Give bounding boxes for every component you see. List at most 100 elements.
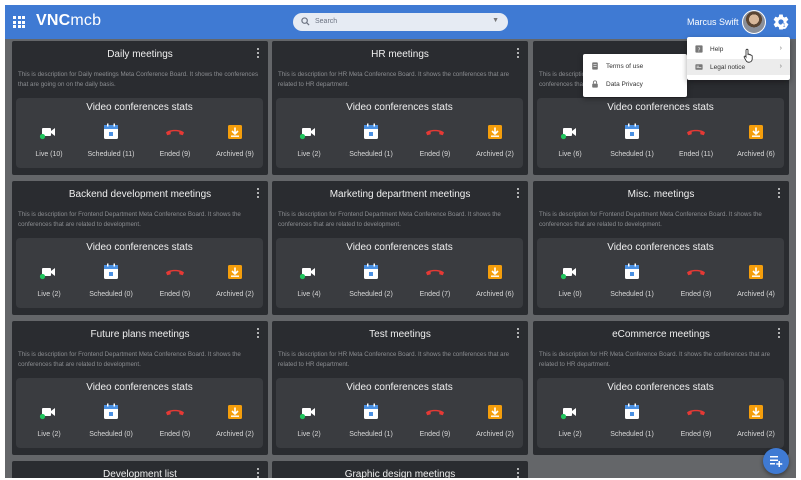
more-vert-icon[interactable] <box>516 188 520 200</box>
stat-live[interactable]: Live (2) <box>279 403 339 438</box>
stats-panel: Video conferences stats Live (10) Schedu… <box>16 98 263 168</box>
stat-scheduled[interactable]: Scheduled (11) <box>81 123 141 158</box>
stat-scheduled[interactable]: Scheduled (0) <box>81 403 141 438</box>
board-card[interactable]: Test meetings This is description for HR… <box>272 321 528 455</box>
more-vert-icon[interactable] <box>256 188 260 200</box>
stat-live[interactable]: Live (2) <box>540 403 600 438</box>
app-logo[interactable]: VNCmcb <box>36 12 101 30</box>
menu-item-label: Data Privacy <box>606 81 643 88</box>
archive-download-icon <box>749 404 763 419</box>
stat-scheduled[interactable]: Scheduled (1) <box>341 123 401 158</box>
search-input[interactable]: Search ▼ <box>293 13 508 31</box>
stat-label: Live (0) <box>558 291 582 298</box>
board-card-partial[interactable]: Graphic design meetings <box>272 461 528 478</box>
stat-archived[interactable]: Archived (2) <box>465 123 525 158</box>
board-card[interactable]: Daily meetings This is description for D… <box>12 41 268 175</box>
hangup-phone-icon <box>687 129 705 135</box>
board-description: This is description for HR Meta Conferen… <box>539 351 771 368</box>
document-icon <box>592 62 598 70</box>
stat-label: Scheduled (1) <box>349 431 393 438</box>
apps-grid-icon[interactable] <box>13 16 25 28</box>
more-vert-icon[interactable] <box>777 188 781 200</box>
board-title: Test meetings <box>369 329 431 340</box>
stat-live[interactable]: Live (0) <box>540 263 600 298</box>
stats-panel: Video conferences stats Live (2) Schedul… <box>537 378 784 448</box>
board-card-partial[interactable]: Development list <box>12 461 268 478</box>
board-card[interactable]: HR meetings This is description for HR M… <box>272 41 528 175</box>
stat-ended[interactable]: Ended (5) <box>145 403 205 438</box>
stat-ended[interactable]: Ended (9) <box>145 123 205 158</box>
board-title: Development list <box>103 469 177 478</box>
board-description: This is description for Frontend Departm… <box>539 211 762 228</box>
more-vert-icon[interactable] <box>516 468 520 478</box>
stat-archived[interactable]: Archived (2) <box>465 403 525 438</box>
video-camera-icon <box>299 127 315 139</box>
stat-live[interactable]: Live (2) <box>19 403 79 438</box>
stat-ended[interactable]: Ended (3) <box>666 263 726 298</box>
hangup-phone-icon <box>426 269 444 275</box>
stat-label: Archived (2) <box>476 151 514 158</box>
stat-scheduled[interactable]: Scheduled (1) <box>602 403 662 438</box>
menu-item-terms[interactable]: Terms of use <box>583 58 687 74</box>
stats-panel: Video conferences stats Live (6) Schedul… <box>537 98 784 168</box>
stat-live[interactable]: Live (4) <box>279 263 339 298</box>
stat-archived[interactable]: Archived (2) <box>205 263 265 298</box>
video-camera-icon <box>39 407 55 419</box>
stat-scheduled[interactable]: Scheduled (1) <box>602 123 662 158</box>
stat-label: Live (6) <box>558 151 582 158</box>
board-card[interactable]: Misc. meetings This is description for F… <box>533 181 789 315</box>
stat-live[interactable]: Live (2) <box>279 123 339 158</box>
stat-ended[interactable]: Ended (5) <box>145 263 205 298</box>
stat-ended[interactable]: Ended (9) <box>405 123 465 158</box>
chevron-down-icon[interactable]: ▼ <box>492 17 499 24</box>
stat-label: Live (2) <box>297 431 321 438</box>
more-vert-icon[interactable] <box>777 328 781 340</box>
more-vert-icon[interactable] <box>516 328 520 340</box>
stat-archived[interactable]: Archived (6) <box>465 263 525 298</box>
stat-archived[interactable]: Archived (4) <box>726 263 786 298</box>
stat-scheduled[interactable]: Scheduled (2) <box>341 263 401 298</box>
stat-ended[interactable]: Ended (9) <box>666 403 726 438</box>
stat-live[interactable]: Live (10) <box>19 123 79 158</box>
avatar[interactable] <box>742 10 766 34</box>
stat-label: Ended (3) <box>680 291 712 298</box>
stat-live[interactable]: Live (2) <box>19 263 79 298</box>
stat-ended[interactable]: Ended (9) <box>405 403 465 438</box>
stats-title: Video conferences stats <box>346 102 453 113</box>
stat-live[interactable]: Live (6) <box>540 123 600 158</box>
menu-item-help[interactable]: ? Help › <box>687 41 790 57</box>
more-vert-icon[interactable] <box>256 468 260 478</box>
stat-ended[interactable]: Ended (7) <box>405 263 465 298</box>
more-vert-icon[interactable] <box>256 48 260 60</box>
stat-ended[interactable]: Ended (11) <box>666 123 726 158</box>
stat-label: Archived (2) <box>737 431 775 438</box>
user-name[interactable]: Marcus Swift <box>687 17 739 27</box>
logo-light: mcb <box>70 12 102 29</box>
stat-archived[interactable]: Archived (9) <box>205 123 265 158</box>
archive-download-icon <box>749 264 763 279</box>
stat-label: Scheduled (1) <box>610 151 654 158</box>
board-card[interactable]: Future plans meetings This is descriptio… <box>12 321 268 455</box>
gear-icon[interactable] <box>772 13 790 31</box>
stat-label: Archived (2) <box>476 431 514 438</box>
stat-scheduled[interactable]: Scheduled (0) <box>81 263 141 298</box>
stats-panel: Video conferences stats Live (2) Schedul… <box>276 378 523 448</box>
board-description: This is description for HR Meta Conferen… <box>278 351 510 368</box>
board-title: Graphic design meetings <box>344 469 456 478</box>
stat-archived[interactable]: Archived (2) <box>205 403 265 438</box>
video-camera-icon <box>560 267 576 279</box>
board-card[interactable]: Marketing department meetings This is de… <box>272 181 528 315</box>
stat-archived[interactable]: Archived (2) <box>726 403 786 438</box>
stat-archived[interactable]: Archived (6) <box>726 123 786 158</box>
top-bar: VNCmcb Search ▼ Marcus Swift 1 <box>5 5 796 39</box>
stat-scheduled[interactable]: Scheduled (1) <box>602 263 662 298</box>
more-vert-icon[interactable] <box>516 48 520 60</box>
board-card[interactable]: Backend development meetings This is des… <box>12 181 268 315</box>
stat-scheduled[interactable]: Scheduled (1) <box>341 403 401 438</box>
stat-label: Live (2) <box>297 151 321 158</box>
menu-item-privacy[interactable]: Data Privacy <box>583 76 687 92</box>
add-playlist-button[interactable] <box>763 448 789 474</box>
board-card[interactable]: eCommerce meetings This is description f… <box>533 321 789 455</box>
menu-item-legal[interactable]: Legal notice › <box>687 59 790 75</box>
more-vert-icon[interactable] <box>256 328 260 340</box>
